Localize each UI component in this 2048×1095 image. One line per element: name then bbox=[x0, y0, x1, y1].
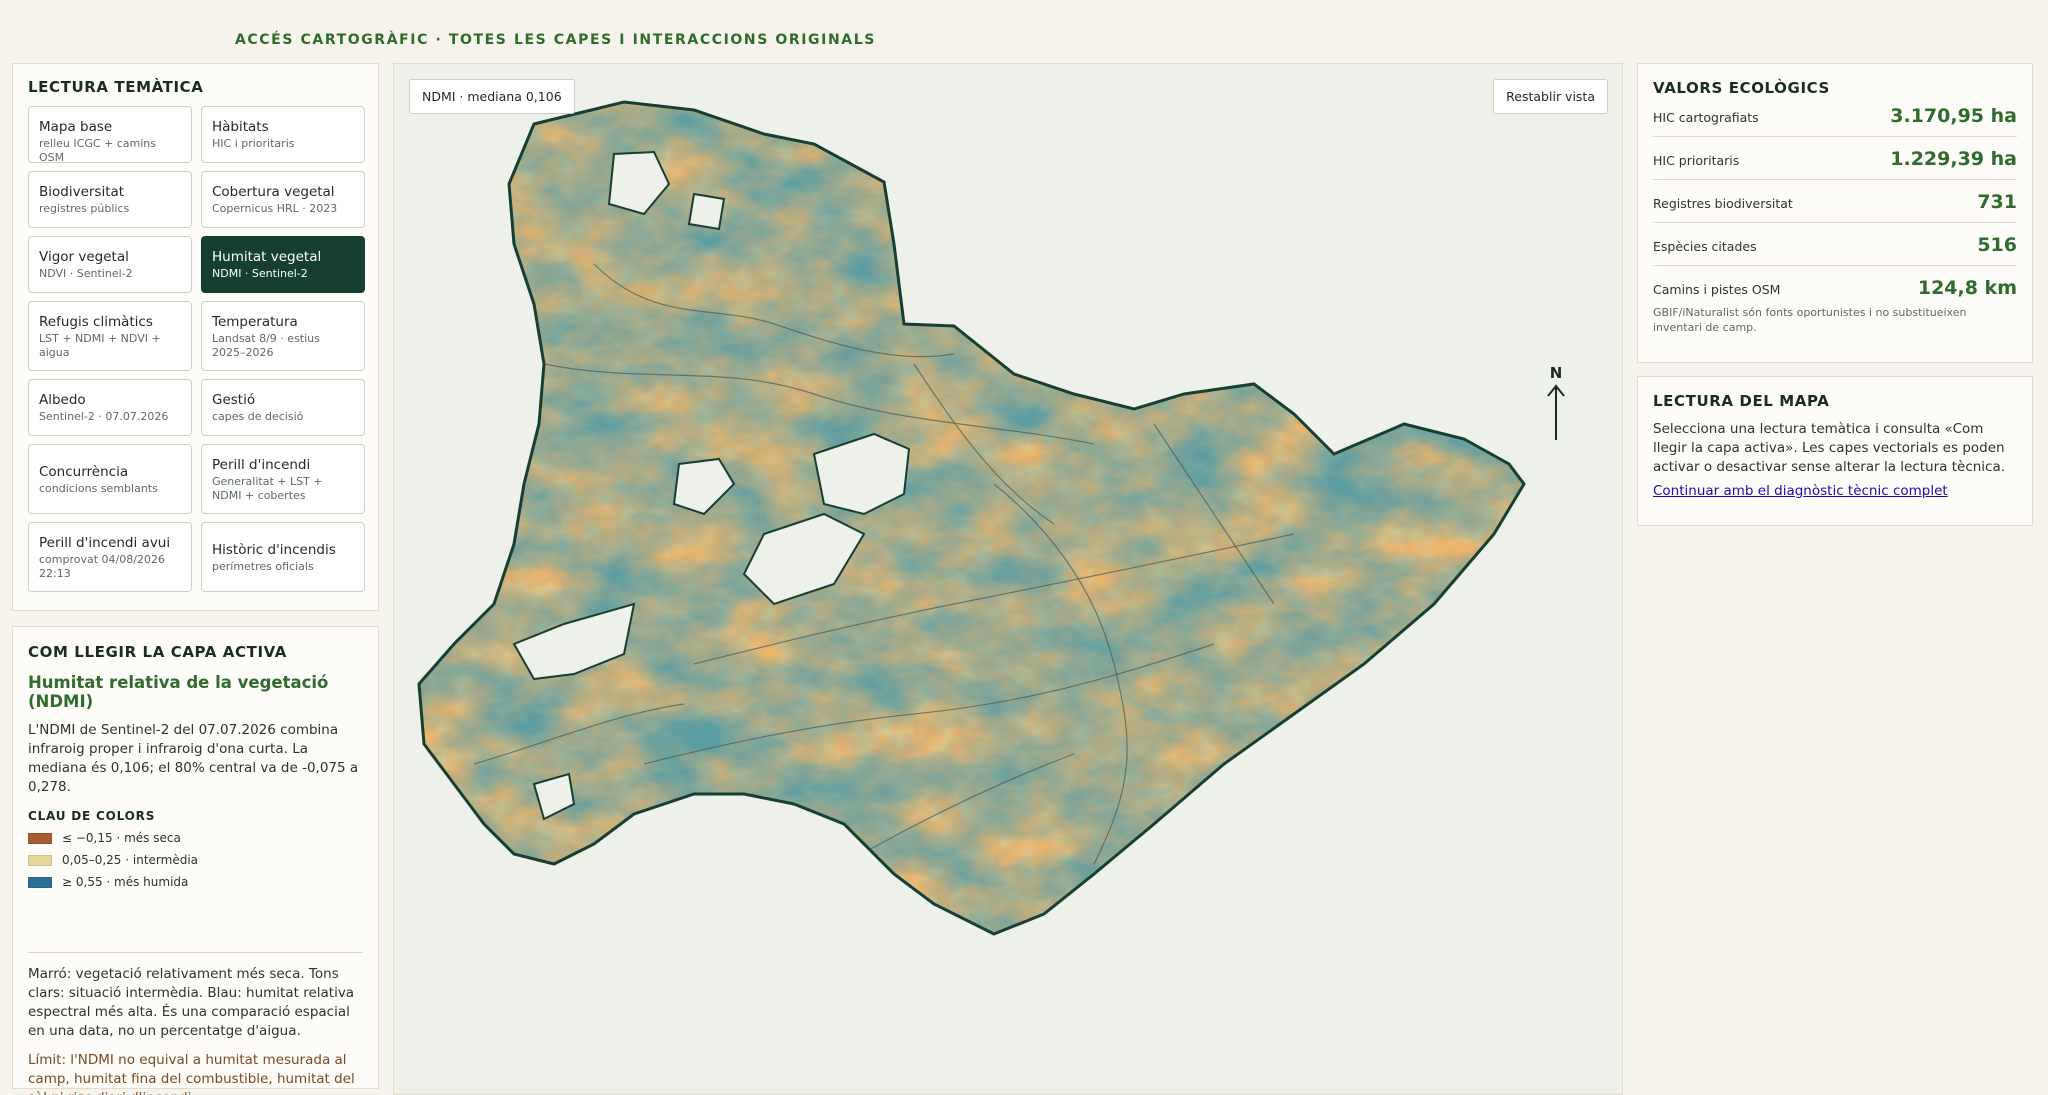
stat-value: 731 bbox=[1977, 191, 2017, 213]
tile-sub: relleu ICGC + camins OSM bbox=[39, 137, 156, 164]
values-footnote: GBIF/iNaturalist són fonts oportunistes … bbox=[1653, 306, 1967, 334]
stat-label: Registres biodiversitat bbox=[1653, 196, 1793, 211]
tile-temperature[interactable]: Temperatura Landsat 8/9 · estius 2025–202… bbox=[201, 301, 365, 371]
north-label: N bbox=[1549, 364, 1563, 382]
ecological-values-panel: VALORS ECOLÒGICS HIC cartografiats 3.170,… bbox=[1637, 63, 2033, 363]
stat-value: 3.170,95 ha bbox=[1890, 105, 2017, 127]
stat-row: Registres biodiversitat 731 bbox=[1653, 180, 2017, 223]
tile-biodiversity[interactable]: Biodiversitat registres públics bbox=[28, 171, 192, 228]
tile-sub: Copernicus HRL · 2023 bbox=[212, 202, 338, 215]
stat-label: Espècies citades bbox=[1653, 239, 1757, 254]
tile-label: Mapa base bbox=[39, 119, 113, 135]
stat-value: 516 bbox=[1977, 234, 2017, 256]
stat-row: Camins i pistes OSM 124,8 km bbox=[1653, 266, 2017, 308]
tile-sub: comprovat 04/08/2026 22:13 bbox=[39, 553, 165, 580]
tile-fire-history[interactable]: Històric d'incendis perímetres oficials bbox=[201, 522, 365, 592]
color-key-item: ≤ −0,15 · més seca bbox=[28, 831, 363, 845]
active-layer-subtitle: Humitat relativa de la vegetació (NDMI) bbox=[28, 673, 329, 711]
color-key-label: ≥ 0,55 · més humida bbox=[62, 875, 189, 889]
tile-management[interactable]: Gestió capes de decisió bbox=[201, 379, 365, 436]
map-reading-text: Selecciona una lectura temàtica i consul… bbox=[1653, 421, 2006, 475]
tile-albedo[interactable]: Albedo Sentinel-2 · 07.07.2026 bbox=[28, 379, 192, 436]
stat-label: HIC prioritaris bbox=[1653, 153, 1740, 168]
tile-vegetation-vigor[interactable]: Vigor vegetal NDVI · Sentinel-2 bbox=[28, 236, 192, 293]
stat-row: HIC prioritaris 1.229,39 ha bbox=[1653, 137, 2017, 180]
north-arrow-icon bbox=[1547, 384, 1565, 440]
map-reading-panel: LECTURA DEL MAPA Selecciona una lectura … bbox=[1637, 376, 2033, 526]
color-key-item: ≥ 0,55 · més humida bbox=[28, 875, 363, 889]
color-swatch-wet bbox=[28, 876, 52, 888]
tile-label: Hàbitats bbox=[212, 119, 269, 135]
ecological-values-title: VALORS ECOLÒGICS bbox=[1653, 79, 1830, 97]
tile-sub: registres públics bbox=[39, 202, 130, 215]
tile-sub: HIC i prioritaris bbox=[212, 137, 295, 150]
thematic-panel: LECTURA TEMÀTICA Mapa base relleu ICGC + … bbox=[12, 63, 379, 611]
legend-note: Marró: vegetació relativament més seca. … bbox=[28, 966, 355, 1039]
color-swatch-mid bbox=[28, 854, 52, 866]
tile-sub: Sentinel-2 · 07.07.2026 bbox=[39, 410, 169, 423]
tile-label: Temperatura bbox=[212, 314, 298, 330]
tile-vegetation-cover[interactable]: Cobertura vegetal Copernicus HRL · 2023 bbox=[201, 171, 365, 228]
tile-label: Històric d'incendis bbox=[212, 542, 336, 558]
tile-concurrence[interactable]: Concurrència condicions semblants bbox=[28, 444, 192, 514]
tile-label: Concurrència bbox=[39, 464, 129, 480]
tile-label: Gestió bbox=[212, 392, 256, 408]
tile-sub: NDVI · Sentinel-2 bbox=[39, 267, 133, 280]
legend-limit: Límit: l'NDMI no equival a humitat mesur… bbox=[28, 1052, 355, 1095]
tile-label: Vigor vegetal bbox=[39, 249, 129, 265]
tile-fire-danger[interactable]: Perill d'incendi Generalitat + LST + NDMI… bbox=[201, 444, 365, 514]
ndmi-median-badge: NDMI · mediana 0,106 bbox=[409, 79, 575, 114]
ndmi-map-canvas[interactable] bbox=[394, 64, 1623, 1095]
stat-row: Espècies citades 516 bbox=[1653, 223, 2017, 266]
tile-vegetation-moisture[interactable]: Humitat vegetal NDMI · Sentinel-2 bbox=[201, 236, 365, 293]
tile-sub: Landsat 8/9 · estius 2025–2026 bbox=[212, 332, 320, 359]
north-arrow: N bbox=[1544, 364, 1568, 446]
thematic-grid: Mapa base relleu ICGC + camins OSM Hàbita… bbox=[28, 106, 365, 592]
tile-label: Albedo bbox=[39, 392, 86, 408]
tile-sub: LST + NDMI + NDVI + aigua bbox=[39, 332, 161, 359]
map-reading-title: LECTURA DEL MAPA bbox=[1653, 392, 1830, 410]
ndmi-raster bbox=[419, 102, 1524, 934]
tile-label: Perill d'incendi bbox=[212, 457, 311, 473]
color-key-label: ≤ −0,15 · més seca bbox=[62, 831, 181, 845]
color-key-title: CLAU DE COLORS bbox=[28, 809, 156, 823]
tile-label: Perill d'incendi avui bbox=[39, 535, 171, 551]
tile-label: Humitat vegetal bbox=[212, 249, 322, 265]
color-key-label: 0,05–0,25 · intermèdia bbox=[62, 853, 199, 867]
tile-label: Biodiversitat bbox=[39, 184, 125, 200]
tile-fire-danger-today[interactable]: Perill d'incendi avui comprovat 04/08/202… bbox=[28, 522, 192, 592]
stat-value: 1.229,39 ha bbox=[1890, 148, 2017, 170]
page-title: ACCÉS CARTOGRÀFIC · TOTES LES CAPES I IN… bbox=[235, 32, 876, 48]
active-layer-description: L'NDMI de Sentinel-2 del 07.07.2026 comb… bbox=[28, 722, 359, 795]
tile-sub: condicions semblants bbox=[39, 482, 158, 495]
tile-label: Cobertura vegetal bbox=[212, 184, 335, 200]
active-layer-panel: COM LLEGIR LA CAPA ACTIVA Humitat relati… bbox=[12, 626, 379, 1095]
stat-row: HIC cartografiats 3.170,95 ha bbox=[1653, 97, 2017, 137]
color-key-item: 0,05–0,25 · intermèdia bbox=[28, 853, 363, 867]
tile-base-map[interactable]: Mapa base relleu ICGC + camins OSM bbox=[28, 106, 192, 164]
thematic-panel-title: LECTURA TEMÀTICA bbox=[28, 78, 204, 96]
legend-divider bbox=[28, 952, 363, 953]
technical-diagnosis-link[interactable]: Continuar amb el diagnòstic tècnic compl… bbox=[1653, 483, 1948, 499]
active-layer-title: COM LLEGIR LA CAPA ACTIVA bbox=[28, 643, 288, 661]
stat-label: Camins i pistes OSM bbox=[1653, 282, 1781, 297]
tile-sub: capes de decisió bbox=[212, 410, 304, 423]
stat-label: HIC cartografiats bbox=[1653, 110, 1759, 125]
tile-sub: Generalitat + LST + NDMI + cobertes bbox=[212, 475, 323, 502]
tile-sub: NDMI · Sentinel-2 bbox=[212, 267, 308, 280]
tile-label: Refugis climàtics bbox=[39, 314, 153, 330]
map-view[interactable]: NDMI · mediana 0,106 Restablir vista N bbox=[393, 63, 1623, 1095]
tile-climate-refuges[interactable]: Refugis climàtics LST + NDMI + NDVI + aig… bbox=[28, 301, 192, 371]
tile-sub: perímetres oficials bbox=[212, 560, 314, 573]
stat-value: 124,8 km bbox=[1917, 277, 2017, 299]
tile-habitats[interactable]: Hàbitats HIC i prioritaris bbox=[201, 106, 365, 163]
color-swatch-dry bbox=[28, 832, 52, 844]
reset-view-button[interactable]: Restablir vista bbox=[1493, 79, 1608, 114]
